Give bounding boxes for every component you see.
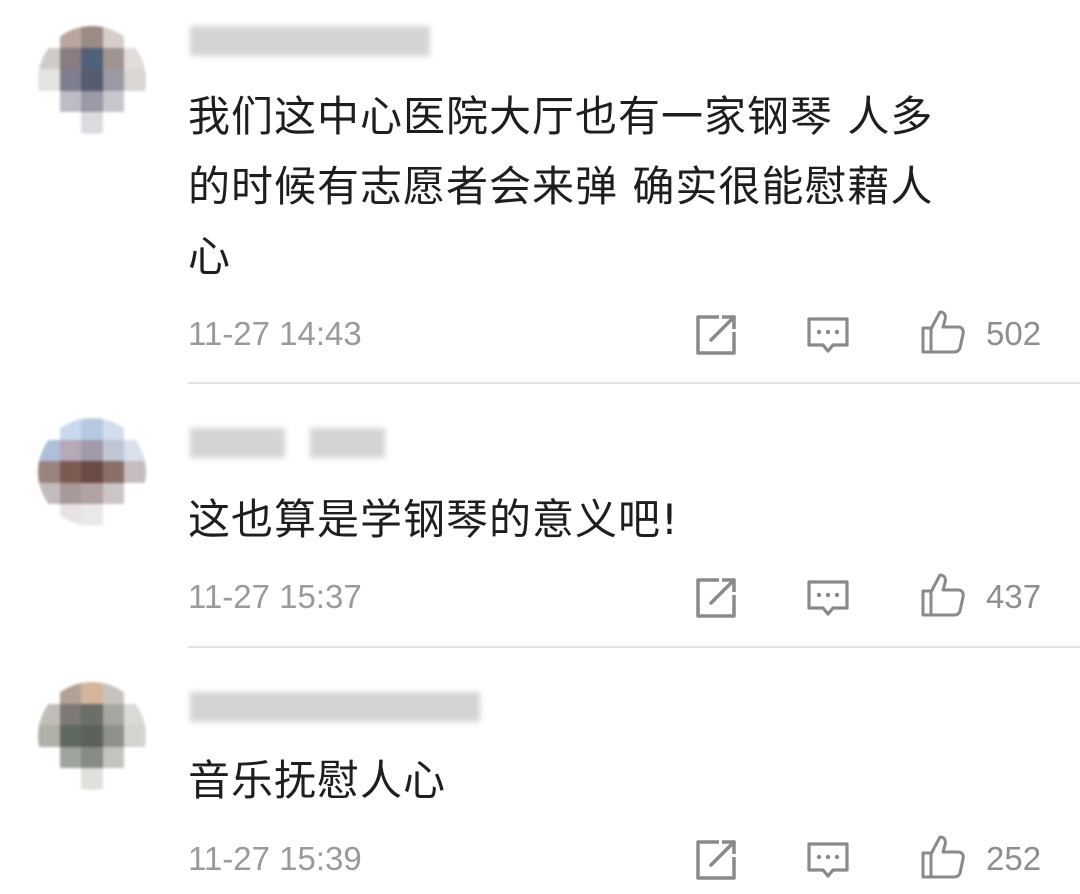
comment-meta: 11-27 15:39 252 — [188, 834, 1048, 884]
avatar-mosaic-cell — [38, 746, 60, 769]
avatar-mosaic-cell — [38, 768, 60, 790]
avatar-mosaic-cell — [81, 682, 103, 704]
avatar-mosaic-cell — [124, 746, 146, 769]
comment-time: 11-27 15:39 — [188, 840, 362, 877]
avatar-mosaic-cell — [59, 703, 82, 726]
username-blurred[interactable] — [190, 692, 480, 722]
avatar-mosaic-cell — [81, 703, 103, 726]
thumbs-up-icon[interactable] — [919, 833, 965, 879]
avatar-mosaic-cell — [38, 725, 60, 747]
avatar-mosaic-cell — [124, 682, 146, 704]
avatar-mosaic-cell — [59, 768, 82, 790]
avatar-mosaic-cell — [124, 768, 146, 790]
share-edit-icon[interactable] — [693, 837, 739, 883]
avatar-mosaic-cell — [59, 725, 82, 747]
avatar-mosaic-cell — [102, 768, 125, 790]
avatar-mosaic-cell — [38, 682, 60, 704]
avatar-mosaic-cell — [81, 746, 103, 769]
comment-text: 音乐抚慰人心 — [188, 756, 447, 805]
avatar[interactable] — [38, 682, 146, 790]
avatar-mosaic-cell — [102, 682, 125, 704]
avatar-mosaic-cell — [124, 725, 146, 747]
comment-item: 音乐抚慰人心 11-27 15:39 252 — [0, 0, 1080, 894]
avatar-mosaic-cell — [102, 746, 125, 769]
avatar-mosaic-cell — [59, 682, 82, 704]
comment-bubble-icon[interactable] — [805, 837, 851, 883]
avatar-mosaic-cell — [124, 703, 146, 726]
like-count: 252 — [986, 840, 1042, 877]
avatar-mosaic-cell — [102, 725, 125, 747]
avatar-mosaic-cell — [81, 725, 103, 747]
avatar-mosaic-cell — [38, 703, 60, 726]
avatar-mosaic-cell — [81, 768, 103, 790]
avatar-mosaic-cell — [59, 746, 82, 769]
avatar-mosaic-cell — [102, 703, 125, 726]
